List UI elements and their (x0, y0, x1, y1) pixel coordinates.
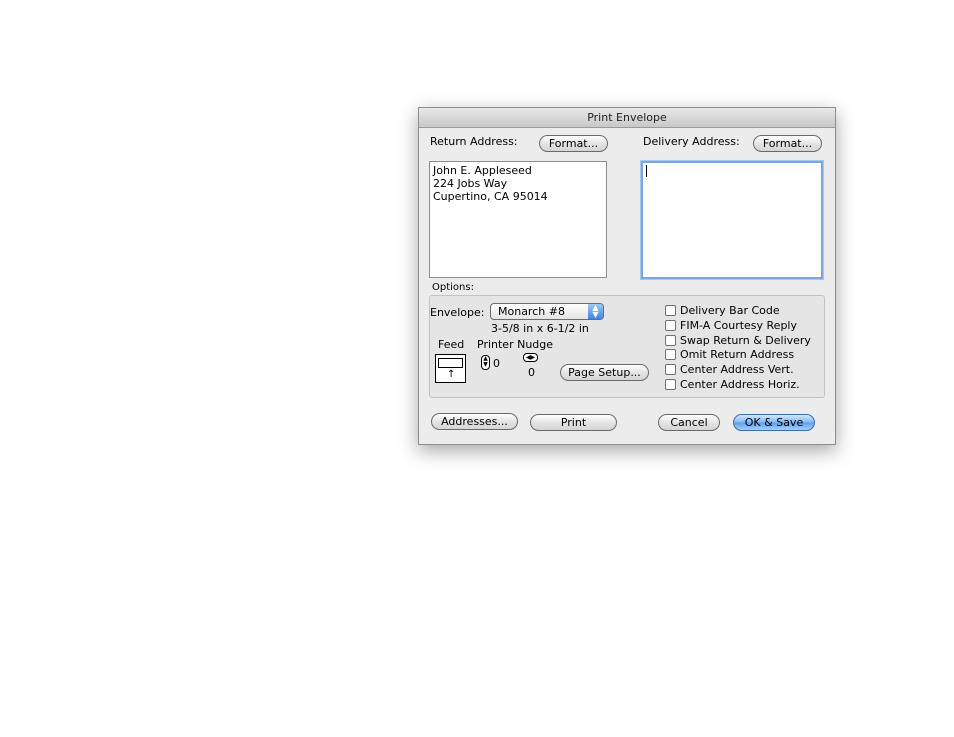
options-group: Envelope: Monarch #8 ▲ ▼ 3-5/8 in x 6-1/2… (429, 295, 825, 398)
omit-return-address-checkbox[interactable] (665, 349, 676, 360)
horizontal-nudge-stepper[interactable]: ◀▶ (523, 353, 538, 362)
horizontal-nudge-value: 0 (528, 366, 535, 379)
page-setup-button[interactable]: Page Setup... (560, 364, 649, 381)
options-label: Options: (432, 282, 474, 293)
envelope-select[interactable]: Monarch #8 ▲ ▼ (490, 303, 604, 320)
return-address-line: 224 Jobs Way (433, 177, 508, 190)
checkbox-label: Center Address Vert. (680, 363, 794, 376)
up-arrow-icon: ↑ (447, 369, 456, 380)
vertical-nudge-value: 0 (493, 357, 500, 370)
delivery-format-button[interactable]: Format... (753, 135, 822, 152)
feed-direction-icon[interactable]: ↑ (435, 354, 466, 383)
envelope-icon (438, 358, 463, 368)
envelope-size: 3-5/8 in x 6-1/2 in (491, 322, 589, 335)
delivery-bar-code-checkbox[interactable] (665, 305, 676, 316)
ok-save-button[interactable]: OK & Save (733, 414, 815, 431)
delivery-address-field[interactable] (641, 161, 823, 279)
popup-arrows-icon: ▲ ▼ (588, 304, 603, 319)
checkbox-label: Center Address Horiz. (680, 378, 800, 391)
text-cursor (646, 165, 647, 177)
envelope-label: Envelope: (430, 306, 485, 319)
return-format-button[interactable]: Format... (539, 135, 608, 152)
return-address-line: John E. Appleseed (433, 164, 532, 177)
delivery-address-label: Delivery Address: (643, 135, 740, 148)
printer-nudge-label: Printer Nudge (477, 338, 554, 351)
checkbox-label: Delivery Bar Code (680, 304, 780, 317)
return-address-field[interactable]: John E. Appleseed 224 Jobs Way Cupertino… (429, 161, 607, 278)
return-address-label: Return Address: (430, 135, 518, 148)
checkbox-label: FIM-A Courtesy Reply (680, 319, 797, 332)
dialog-title: Print Envelope (419, 108, 835, 128)
checkbox-label: Swap Return & Delivery (680, 334, 811, 347)
print-button[interactable]: Print (530, 414, 617, 431)
cancel-button[interactable]: Cancel (658, 414, 720, 431)
swap-return-delivery-checkbox[interactable] (665, 335, 676, 346)
center-address-vert-checkbox[interactable] (665, 364, 676, 375)
vertical-nudge-stepper[interactable]: ▲ ▼ (481, 355, 490, 370)
fim-a-courtesy-reply-checkbox[interactable] (665, 320, 676, 331)
addresses-button[interactable]: Addresses... (431, 413, 518, 430)
print-envelope-dialog: Print Envelope Return Address: Format...… (418, 107, 836, 445)
checkbox-label: Omit Return Address (680, 348, 795, 361)
envelope-selected-value: Monarch #8 (498, 305, 565, 318)
return-address-line: Cupertino, CA 95014 (433, 190, 548, 203)
feed-label: Feed (438, 338, 465, 351)
center-address-horiz-checkbox[interactable] (665, 379, 676, 390)
